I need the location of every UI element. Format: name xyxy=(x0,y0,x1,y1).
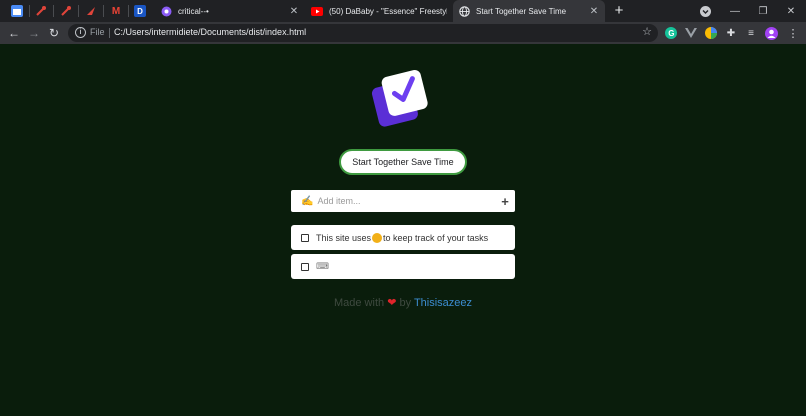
d-icon: D xyxy=(134,5,146,17)
task-item: This site uses to keep track of your tas… xyxy=(291,225,515,250)
tab-search-icon xyxy=(699,5,711,17)
task-checkbox[interactable] xyxy=(301,262,309,271)
extensions-button[interactable]: ✚ xyxy=(724,26,738,40)
tool-icon xyxy=(87,7,95,15)
restore-button[interactable]: ❐ xyxy=(748,0,778,22)
forward-arrow-icon: → xyxy=(28,26,40,40)
tab-title: Start Together Save Time xyxy=(476,6,567,16)
calendar-icon xyxy=(11,5,23,17)
checkbox-logo-icon xyxy=(371,69,428,127)
add-item-input[interactable] xyxy=(317,196,495,206)
scheme-label: File xyxy=(90,27,105,37)
gmail-icon: M xyxy=(111,5,121,17)
restore-icon: ❐ xyxy=(758,5,768,17)
add-item-button[interactable]: + xyxy=(495,194,515,209)
tab-search-button[interactable] xyxy=(690,0,720,22)
tab-title: critical--• xyxy=(178,6,209,16)
tool-icon xyxy=(36,6,46,16)
tab-youtube[interactable]: (50) DaBaby - "Essence" Freestyle xyxy=(305,0,453,22)
circle-logo-icon xyxy=(161,6,172,16)
globe-icon xyxy=(459,5,470,17)
tab-strip: M D critical--• ✕ (50) DaBaby - "Essence… xyxy=(0,0,806,22)
close-tab-icon[interactable]: ✕ xyxy=(589,6,599,17)
pinned-tab-calendar[interactable] xyxy=(6,3,28,19)
avatar-icon xyxy=(764,26,778,40)
extension-grammarly[interactable]: G xyxy=(664,26,678,40)
tool-icon xyxy=(61,6,71,16)
vue-icon xyxy=(685,27,697,38)
kebab-menu-icon: ⋮ xyxy=(787,27,799,40)
minimize-icon: — xyxy=(730,5,740,17)
task-text: This site uses to keep track of your tas… xyxy=(316,232,489,243)
task-item: ⌨ xyxy=(291,254,515,279)
start-together-button[interactable]: Start Together Save Time xyxy=(339,149,467,175)
pinned-tab-tool-3[interactable] xyxy=(80,3,102,19)
grammarly-icon: G xyxy=(665,27,677,39)
footer-credit: Made with ❤ by Thisisazeez xyxy=(333,297,473,309)
bookmark-star-icon[interactable]: ☆ xyxy=(642,25,652,38)
url-text[interactable]: C:/Users/intermidiete/Documents/dist/ind… xyxy=(114,27,306,37)
back-arrow-icon: ← xyxy=(8,26,20,40)
playlist-icon: ≡ xyxy=(748,27,754,39)
reload-icon: ↻ xyxy=(48,26,60,40)
pinned-tab-tool-1[interactable] xyxy=(30,3,52,19)
menu-button[interactable]: ⋮ xyxy=(786,26,800,40)
media-control-button[interactable]: ≡ xyxy=(744,26,758,40)
author-link[interactable]: Thisisazeez xyxy=(414,297,472,309)
task-checkbox[interactable] xyxy=(301,233,309,242)
browser-toolbar: ← → ↻ i File C:/Users/intermidiete/Docum… xyxy=(0,22,806,44)
pinned-tab-tool-2[interactable] xyxy=(55,3,77,19)
minimize-button[interactable]: — xyxy=(720,0,750,22)
pinned-tab-gmail[interactable]: M xyxy=(105,3,127,19)
add-item-form: ✍ + xyxy=(291,190,515,212)
forward-button[interactable]: → xyxy=(26,25,42,41)
reload-button[interactable]: ↻ xyxy=(46,25,62,41)
close-window-button[interactable]: ✕ xyxy=(776,0,806,22)
extension-color[interactable] xyxy=(704,26,718,40)
puzzle-icon: ✚ xyxy=(726,27,736,39)
svg-text:G: G xyxy=(668,29,674,38)
pinned-tab-d[interactable]: D xyxy=(129,3,151,19)
task-text: ⌨ xyxy=(316,261,329,271)
tab-start-together[interactable]: Start Together Save Time ✕ xyxy=(453,0,605,22)
youtube-icon xyxy=(311,6,323,16)
tab-critical[interactable]: critical--• ✕ xyxy=(155,0,305,22)
close-tab-icon[interactable]: ✕ xyxy=(289,6,299,17)
color-wheel-icon xyxy=(705,27,717,39)
back-button[interactable]: ← xyxy=(6,25,22,41)
writing-hand-icon: ✍ xyxy=(301,195,314,207)
address-bar[interactable]: i File C:/Users/intermidiete/Documents/d… xyxy=(68,24,658,42)
extension-vue[interactable] xyxy=(684,26,698,40)
new-tab-button[interactable]: + xyxy=(611,2,627,20)
info-icon[interactable]: i xyxy=(75,27,86,38)
tab-title: (50) DaBaby - "Essence" Freestyle xyxy=(329,6,447,16)
smiley-icon xyxy=(372,232,383,243)
close-window-icon: ✕ xyxy=(786,5,796,17)
profile-avatar[interactable] xyxy=(764,26,778,40)
